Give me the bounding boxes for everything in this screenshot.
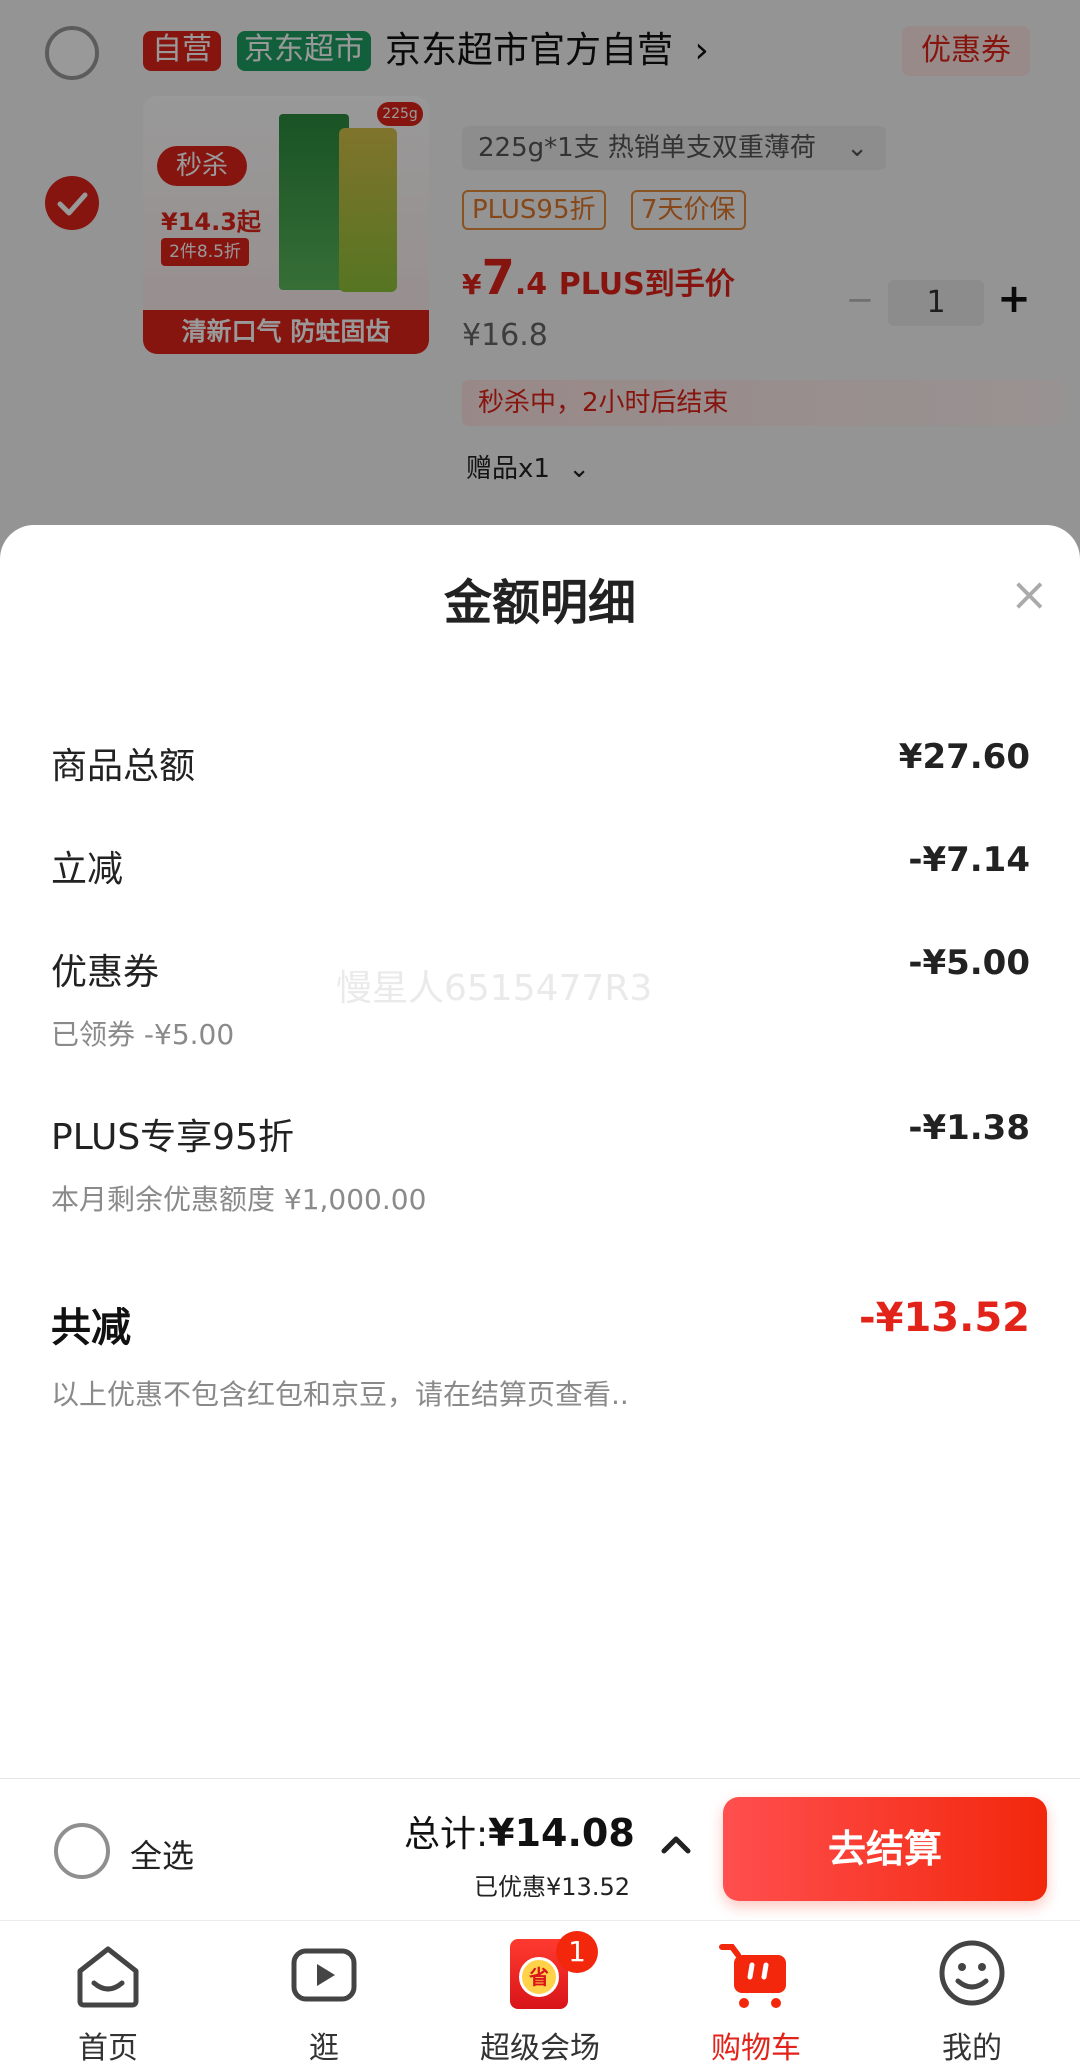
notification-badge: 1	[556, 1931, 598, 1973]
plus-discount-label: PLUS专享95折	[51, 1117, 294, 1158]
goods-total-label: 商品总额	[51, 746, 196, 787]
tab-label-cart: 购物车	[711, 2031, 801, 2066]
watermark: 慢星人6515477R3	[336, 968, 653, 1009]
coupon-value: -¥5.00	[908, 943, 1030, 983]
tab-browse[interactable]: 逛	[216, 1921, 432, 2072]
tab-label-super-venue: 超级会场	[480, 2031, 600, 2066]
sheet-title: 金额明细	[443, 575, 636, 631]
tab-label-home: 首页	[78, 2031, 138, 2066]
modal-overlay[interactable]	[0, 0, 1080, 560]
plus-quota-sub: 本月剩余优惠额度 ¥1,000.00	[51, 1183, 427, 1216]
instant-discount-value: -¥7.14	[908, 840, 1030, 880]
select-all-label[interactable]: 全选	[130, 1831, 194, 1877]
chevron-up-icon	[661, 1836, 691, 1854]
total-label: 总计:	[404, 1814, 489, 1855]
instant-discount-label: 立减	[51, 849, 124, 890]
tab-cart[interactable]: 购物车	[648, 1921, 864, 2072]
discount-note: 以上优惠不包含红包和京豆，请在结算页查看..	[51, 1378, 629, 1411]
tab-profile[interactable]: 我的	[864, 1921, 1080, 2072]
total-amount: 总计:¥14.08	[404, 1805, 635, 1857]
video-play-icon	[291, 1948, 357, 2002]
tab-super-venue[interactable]: 省 1 超级会场	[432, 1921, 648, 2072]
goods-total-value: ¥27.60	[898, 737, 1030, 777]
save-coin-icon: 省	[519, 1957, 559, 1997]
total-reduction-value: -¥13.52	[859, 1295, 1030, 1341]
total-reduction-label: 共减	[51, 1305, 131, 1351]
checkout-bar: 全选 总计:¥14.08 已优惠¥13.52 去结算	[0, 1778, 1080, 1921]
coupon-sub: 已领券 -¥5.00	[51, 1018, 235, 1051]
tab-label-browse: 逛	[309, 2031, 339, 2066]
tab-label-profile: 我的	[942, 2031, 1002, 2066]
select-all-checkbox[interactable]	[54, 1823, 110, 1879]
home-icon	[77, 1946, 139, 2008]
plus-discount-value: -¥1.38	[908, 1108, 1030, 1148]
expand-detail-chevron-up-icon[interactable]	[654, 1825, 698, 1865]
checkout-button[interactable]: 去结算	[723, 1797, 1047, 1901]
coupon-label: 优惠券	[51, 952, 160, 993]
amount-detail-sheet: 金额明细 × 商品总额 ¥27.60 立减 -¥7.14 优惠券 -¥5.00 …	[0, 525, 1080, 1780]
saved-amount: 已优惠¥13.52	[474, 1873, 630, 1901]
smiley-profile-icon	[939, 1940, 1005, 2006]
bottom-tab-bar: 首页 逛 省 1 超级会场 购物车 我的	[0, 1920, 1080, 2072]
close-icon[interactable]: ×	[1010, 569, 1049, 619]
total-value: ¥14.08	[488, 1811, 635, 1855]
shopping-cart-icon	[719, 1944, 786, 2008]
tab-home[interactable]: 首页	[0, 1921, 216, 2072]
